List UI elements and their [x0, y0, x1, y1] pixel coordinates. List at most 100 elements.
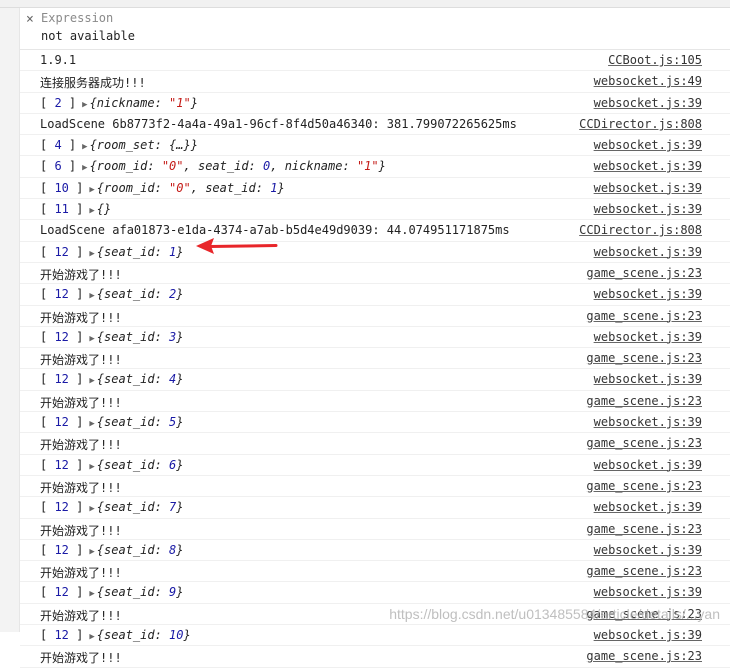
object-preview[interactable]: {nickname: "1"}: [90, 96, 198, 110]
expand-triangle-icon[interactable]: ▶: [89, 547, 94, 557]
source-link[interactable]: game_scene.js:23: [586, 479, 702, 493]
source-link[interactable]: game_scene.js:23: [586, 266, 702, 280]
expand-triangle-icon[interactable]: ▶: [89, 291, 94, 301]
object-preview[interactable]: {seat_id: 3}: [97, 330, 184, 344]
object-preview[interactable]: {seat_id: 2}: [97, 287, 184, 301]
object-punctuation: ,: [270, 159, 285, 174]
source-link[interactable]: websocket.js:39: [594, 500, 702, 514]
object-punctuation: :: [154, 95, 170, 110]
object-key: seat_id: [104, 329, 155, 344]
object-punctuation: :: [154, 585, 170, 600]
expand-triangle-icon[interactable]: ▶: [89, 632, 94, 642]
source-link[interactable]: CCDirector.js:808: [579, 117, 702, 131]
object-punctuation: :: [255, 180, 271, 195]
source-link[interactable]: websocket.js:39: [594, 415, 702, 429]
console-object-message: [ 12 ] ▶ {seat_id: 8}: [40, 543, 184, 557]
source-link[interactable]: websocket.js:39: [594, 96, 702, 110]
console-log-list: 1.9.1 CCBoot.js:105 连接服务器成功!!! websocket.js…: [20, 50, 730, 668]
expand-triangle-icon[interactable]: ▶: [82, 142, 87, 152]
object-punctuation: :: [154, 287, 170, 302]
source-link[interactable]: game_scene.js:23: [586, 309, 702, 323]
source-link[interactable]: websocket.js:39: [594, 458, 702, 472]
source-link[interactable]: websocket.js:39: [594, 138, 702, 152]
console-message: [ 12 ] ▶ {seat_id: 8} websocket.js:39: [20, 540, 730, 562]
console-text-message: 开始游戏了!!!: [40, 608, 122, 623]
source-link[interactable]: game_scene.js:23: [586, 522, 702, 536]
object-preview[interactable]: {room_id: "0", seat_id: 1}: [97, 181, 285, 195]
source-link[interactable]: game_scene.js:23: [586, 351, 702, 365]
array-index-badge: [ 2 ]: [40, 95, 77, 110]
object-preview[interactable]: {seat_id: 9}: [97, 585, 184, 599]
source-link[interactable]: game_scene.js:23: [586, 649, 702, 663]
expand-triangle-icon[interactable]: ▶: [89, 589, 94, 599]
console-object-message: [ 6 ] ▶ {room_id: "0", seat_id: 0, nicknam…: [40, 159, 386, 173]
console-object-message: [ 12 ] ▶ {seat_id: 4}: [40, 372, 184, 386]
object-preview[interactable]: {seat_id: 10}: [97, 628, 191, 642]
expand-triangle-icon[interactable]: ▶: [89, 249, 94, 259]
object-key: room_id: [104, 180, 155, 195]
object-key: seat_id: [104, 372, 155, 387]
source-link[interactable]: websocket.js:39: [594, 245, 702, 259]
console-object-message: [ 10 ] ▶ {room_id: "0", seat_id: 1}: [40, 181, 285, 195]
source-link[interactable]: websocket.js:39: [594, 628, 702, 642]
expression-value: not available: [41, 29, 135, 43]
source-link[interactable]: CCDirector.js:808: [579, 223, 702, 237]
close-expression-icon[interactable]: ×: [26, 12, 34, 27]
console-object-message: [ 12 ] ▶ {seat_id: 7}: [40, 500, 184, 514]
source-link[interactable]: websocket.js:39: [594, 543, 702, 557]
expand-triangle-icon[interactable]: ▶: [89, 376, 94, 386]
source-link[interactable]: websocket.js:39: [594, 330, 702, 344]
array-index-badge: [ 12 ]: [40, 372, 84, 387]
source-link[interactable]: game_scene.js:23: [586, 436, 702, 450]
object-preview[interactable]: {seat_id: 8}: [97, 543, 184, 557]
object-key: seat_id: [197, 159, 249, 174]
console-message: [ 2 ] ▶ {nickname: "1"} websocket.js:39: [20, 93, 730, 114]
console-object-message: [ 12 ] ▶ {seat_id: 2}: [40, 287, 184, 301]
source-link[interactable]: game_scene.js:23: [586, 394, 702, 408]
object-preview[interactable]: {seat_id: 1}: [97, 245, 184, 259]
object-key: seat_id: [104, 628, 155, 643]
object-preview[interactable]: {room_id: "0", seat_id: 0, nickname: "1"…: [90, 159, 386, 173]
source-link[interactable]: websocket.js:39: [594, 181, 702, 195]
object-number-value: 1: [169, 244, 177, 259]
expand-triangle-icon[interactable]: ▶: [89, 462, 94, 472]
object-key: seat_id: [104, 500, 155, 515]
console-message: [ 12 ] ▶ {seat_id: 6} websocket.js:39: [20, 455, 730, 476]
object-preview[interactable]: {seat_id: 6}: [97, 458, 184, 472]
live-expression-panel: × Expression not available: [20, 8, 730, 50]
object-punctuation: :: [342, 159, 357, 174]
source-link[interactable]: CCBoot.js:105: [608, 53, 702, 67]
expand-triangle-icon[interactable]: ▶: [89, 206, 94, 216]
expand-triangle-icon[interactable]: ▶: [89, 185, 94, 195]
source-link[interactable]: websocket.js:49: [594, 74, 702, 88]
object-key: seat_id: [104, 244, 155, 259]
source-link[interactable]: game_scene.js:23: [586, 564, 702, 578]
array-index-number: 12: [54, 244, 69, 259]
expand-triangle-icon[interactable]: ▶: [89, 504, 94, 514]
expand-triangle-icon[interactable]: ▶: [82, 163, 87, 173]
source-link[interactable]: websocket.js:39: [594, 202, 702, 216]
object-key: seat_id: [104, 415, 155, 430]
object-number-value: 1: [270, 180, 278, 195]
object-key: nickname: [96, 95, 155, 110]
source-link[interactable]: websocket.js:39: [594, 287, 702, 301]
expand-triangle-icon[interactable]: ▶: [89, 419, 94, 429]
console-object-message: [ 12 ] ▶ {seat_id: 1}: [40, 245, 184, 259]
expand-triangle-icon[interactable]: ▶: [82, 100, 87, 110]
console-text-message: 连接服务器成功!!!: [40, 76, 146, 91]
console-object-message: [ 12 ] ▶ {seat_id: 3}: [40, 330, 184, 344]
console-text-message: 开始游戏了!!!: [40, 480, 122, 495]
object-preview[interactable]: {room_set: {…}}: [90, 138, 198, 152]
devtools-top-strip: [0, 0, 730, 8]
object-preview[interactable]: {seat_id: 7}: [97, 500, 184, 514]
object-preview[interactable]: {}: [97, 202, 111, 216]
source-link[interactable]: websocket.js:39: [594, 159, 702, 173]
source-link[interactable]: websocket.js:39: [594, 372, 702, 386]
object-punctuation: :: [147, 159, 162, 174]
object-preview[interactable]: {seat_id: 4}: [97, 372, 184, 386]
source-link[interactable]: websocket.js:39: [594, 585, 702, 599]
object-number-value: 2: [169, 287, 177, 302]
expand-triangle-icon[interactable]: ▶: [89, 334, 94, 344]
array-index-number: 12: [54, 585, 69, 600]
object-preview[interactable]: {seat_id: 5}: [97, 415, 184, 429]
